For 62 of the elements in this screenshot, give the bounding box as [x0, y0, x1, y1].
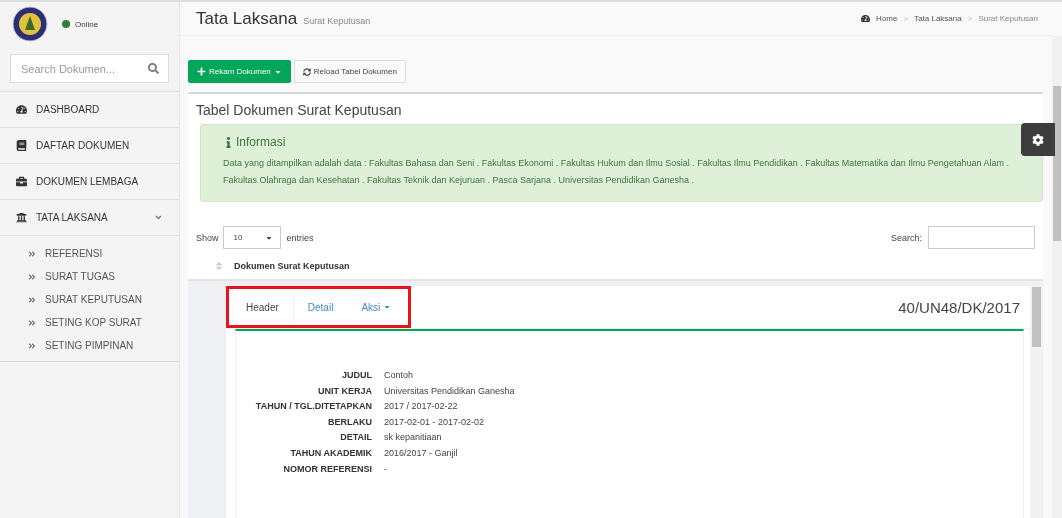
- sidebar-item[interactable]: DOKUMEN LEMBAGA: [0, 164, 179, 200]
- submenu-item[interactable]: SURAT TUGAS: [0, 265, 179, 288]
- document-number: 40/UN48/DK/2017: [898, 298, 1020, 316]
- reload-button[interactable]: Reload Tabel Dokumen: [293, 60, 406, 83]
- breadcrumb-link[interactable]: Home: [876, 14, 898, 23]
- sidebar-item[interactable]: DAFTAR DOKUMEN: [0, 128, 179, 164]
- field-label: BERLAKU: [327, 415, 372, 429]
- field-value: Universitas Pendidikan Ganesha: [384, 384, 515, 398]
- alert-title: Informasi: [236, 135, 286, 149]
- field-value: Contoh: [384, 369, 414, 382]
- entries-select[interactable]: 10: [222, 226, 281, 249]
- menu-icon: [16, 212, 27, 223]
- page-scrollbar[interactable]: [1052, 36, 1062, 518]
- page-subtitle: Surat Keputusan: [303, 15, 371, 26]
- field-value: 2016/2017 - Ganjil: [384, 446, 458, 460]
- double-chevron-icon: [28, 295, 36, 304]
- field-label: NOMOR REFERENSI: [282, 462, 372, 476]
- double-chevron-icon: [28, 249, 36, 258]
- field-value: 2017 / 2017-02-22: [384, 400, 458, 414]
- table-search-field[interactable]: [928, 226, 1035, 249]
- box-title: Tabel Dokumen Surat Keputusan: [195, 102, 403, 118]
- submenu-item[interactable]: REFERENSI: [0, 242, 179, 265]
- search-label: Search:: [890, 232, 922, 243]
- double-chevron-icon: [28, 341, 36, 350]
- double-chevron-icon: [28, 272, 36, 281]
- search-field[interactable]: Search Dokumen...: [10, 54, 169, 83]
- refresh-icon: [302, 67, 311, 76]
- entries-label: entries: [286, 232, 314, 243]
- field-label: TAHUN AKADEMIK: [289, 446, 372, 460]
- chevron-down-icon: [154, 213, 163, 222]
- field-value: 2017-02-01 - 2017-02-02: [384, 415, 485, 429]
- caret-icon: [383, 303, 392, 311]
- plus-icon: [197, 67, 206, 76]
- field-label: TAHUN / TGL.DITETAPKAN: [254, 400, 372, 414]
- breadcrumb-link[interactable]: Tata Laksana: [914, 14, 962, 23]
- column-header[interactable]: Dokumen Surat Keputusan: [234, 261, 350, 271]
- field-value: sk kepanitiaan: [384, 431, 442, 445]
- settings-icon: [1032, 133, 1044, 146]
- logo-icon: [12, 6, 48, 42]
- dashboard-icon: [861, 14, 871, 23]
- menu-icon: [16, 176, 27, 187]
- breadcrumb-separator: >: [967, 14, 973, 23]
- field-label: UNIT KERJA: [317, 384, 372, 398]
- breadcrumb-separator: >: [903, 14, 909, 23]
- alert-text: Data yang ditampilkan adalah data : Fakultas Bahasa dan Seni . Fakultas Ekonomi . Fakultas Hukum dan Ilmu Sosial . Fakultas Ilmu Pendidikan . Fakultas Matematika dan Ilmu Pengetahuan Alam . Fakultas Olahraga dan Kesehatan . Fakultas Teknik dan Kejuruan . Pasca Sarjana . Universitas Pendidikan Ganesha .: [223, 157, 1010, 187]
- sidebar-item[interactable]: DASHBOARD: [0, 92, 179, 128]
- submenu-item[interactable]: SURAT KEPUTUSAN: [0, 288, 179, 311]
- online-status: Online: [62, 19, 99, 29]
- field-label: DETAIL: [339, 431, 372, 445]
- search-icon[interactable]: [148, 63, 159, 74]
- double-chevron-icon: [28, 318, 36, 327]
- show-label: Show: [196, 232, 219, 243]
- field-value: -: [384, 462, 387, 476]
- info-icon: [223, 136, 234, 148]
- menu-icon: [16, 140, 27, 151]
- page-title: Tata Laksana: [196, 8, 298, 28]
- settings-button[interactable]: [1021, 123, 1055, 156]
- submenu-item[interactable]: SETING KOP SURAT: [0, 311, 179, 334]
- menu-icon: [16, 104, 27, 115]
- sidebar-item[interactable]: TATA LAKSANA: [0, 200, 179, 236]
- field-label: JUDUL: [341, 369, 372, 382]
- submenu-item[interactable]: SETING PIMPINAN: [0, 334, 179, 357]
